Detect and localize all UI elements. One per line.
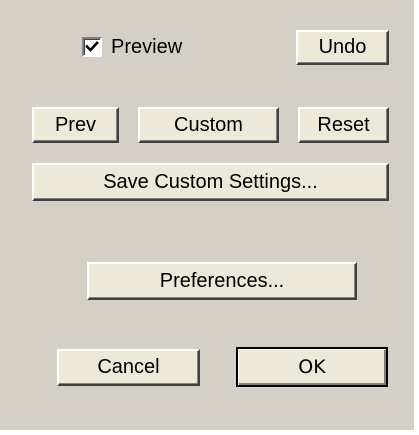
save-custom-settings-button[interactable]: Save Custom Settings... — [32, 163, 389, 201]
undo-button[interactable]: Undo — [296, 30, 389, 65]
reset-button[interactable]: Reset — [298, 107, 389, 143]
dialog-panel: Preview Undo Prev Custom Reset Save Cust… — [0, 0, 414, 430]
preview-option[interactable]: Preview — [82, 35, 182, 59]
checkmark-icon — [85, 41, 99, 52]
window-edge-right — [414, 0, 419, 435]
ok-button[interactable]: OK — [236, 347, 388, 387]
prev-button[interactable]: Prev — [32, 107, 119, 143]
window-edge-bottom — [0, 430, 419, 435]
preferences-button[interactable]: Preferences... — [87, 262, 357, 300]
preview-label: Preview — [111, 35, 183, 58]
custom-button[interactable]: Custom — [138, 107, 279, 143]
cancel-button[interactable]: Cancel — [57, 349, 200, 386]
preview-checkbox[interactable] — [82, 37, 102, 57]
